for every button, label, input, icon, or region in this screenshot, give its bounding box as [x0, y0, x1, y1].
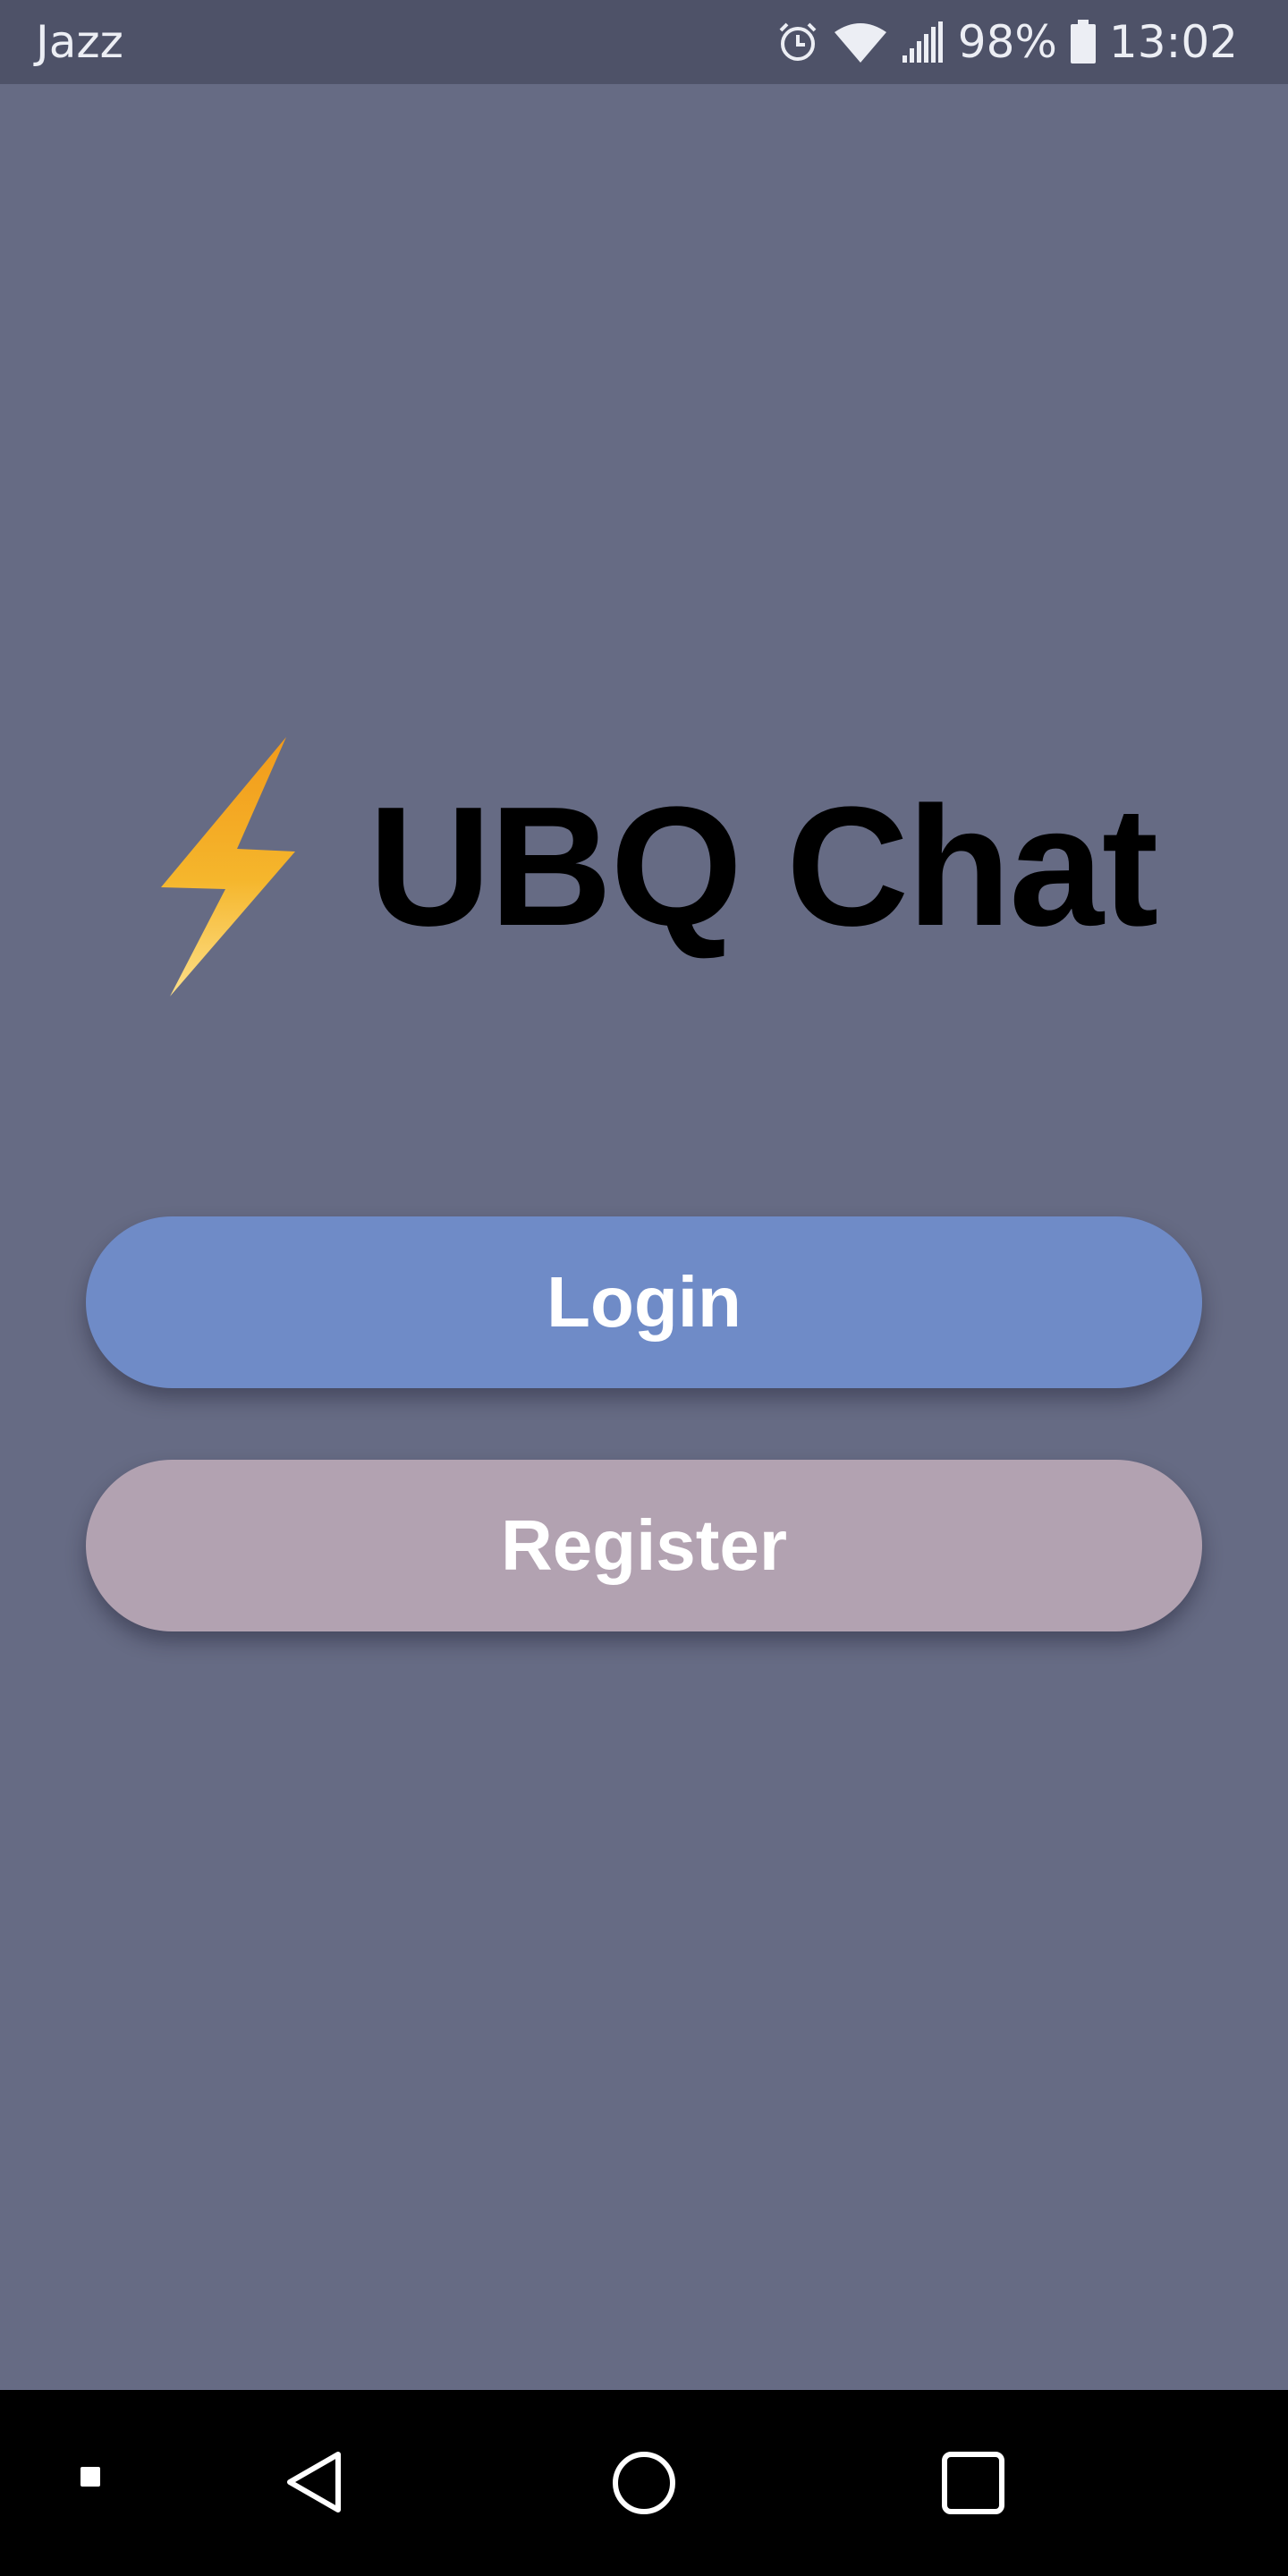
status-bar: Jazz 98% 13:02: [0, 0, 1288, 84]
register-button[interactable]: Register: [86, 1460, 1202, 1631]
alarm-icon: [779, 22, 817, 61]
battery-icon: [1070, 20, 1096, 64]
welcome-screen: UBQ Chat Login Register: [0, 84, 1288, 2390]
clock: 13:02: [1108, 16, 1238, 68]
back-icon[interactable]: [283, 2449, 345, 2515]
square-dot-icon[interactable]: [79, 2465, 102, 2488]
home-icon[interactable]: [610, 2449, 678, 2517]
carrier-name: Jazz: [36, 16, 123, 68]
battery-percent: 98%: [957, 16, 1057, 68]
signal-icon: [902, 21, 943, 63]
navigation-bar: [0, 2390, 1288, 2576]
recents-icon[interactable]: [941, 2451, 1005, 2515]
lightning-bolt-icon: [161, 737, 295, 996]
app-title: UBQ Chat: [369, 772, 1158, 962]
wifi-icon: [834, 23, 886, 63]
login-button[interactable]: Login: [86, 1216, 1202, 1388]
status-icons: 98% 13:02: [775, 0, 1238, 84]
